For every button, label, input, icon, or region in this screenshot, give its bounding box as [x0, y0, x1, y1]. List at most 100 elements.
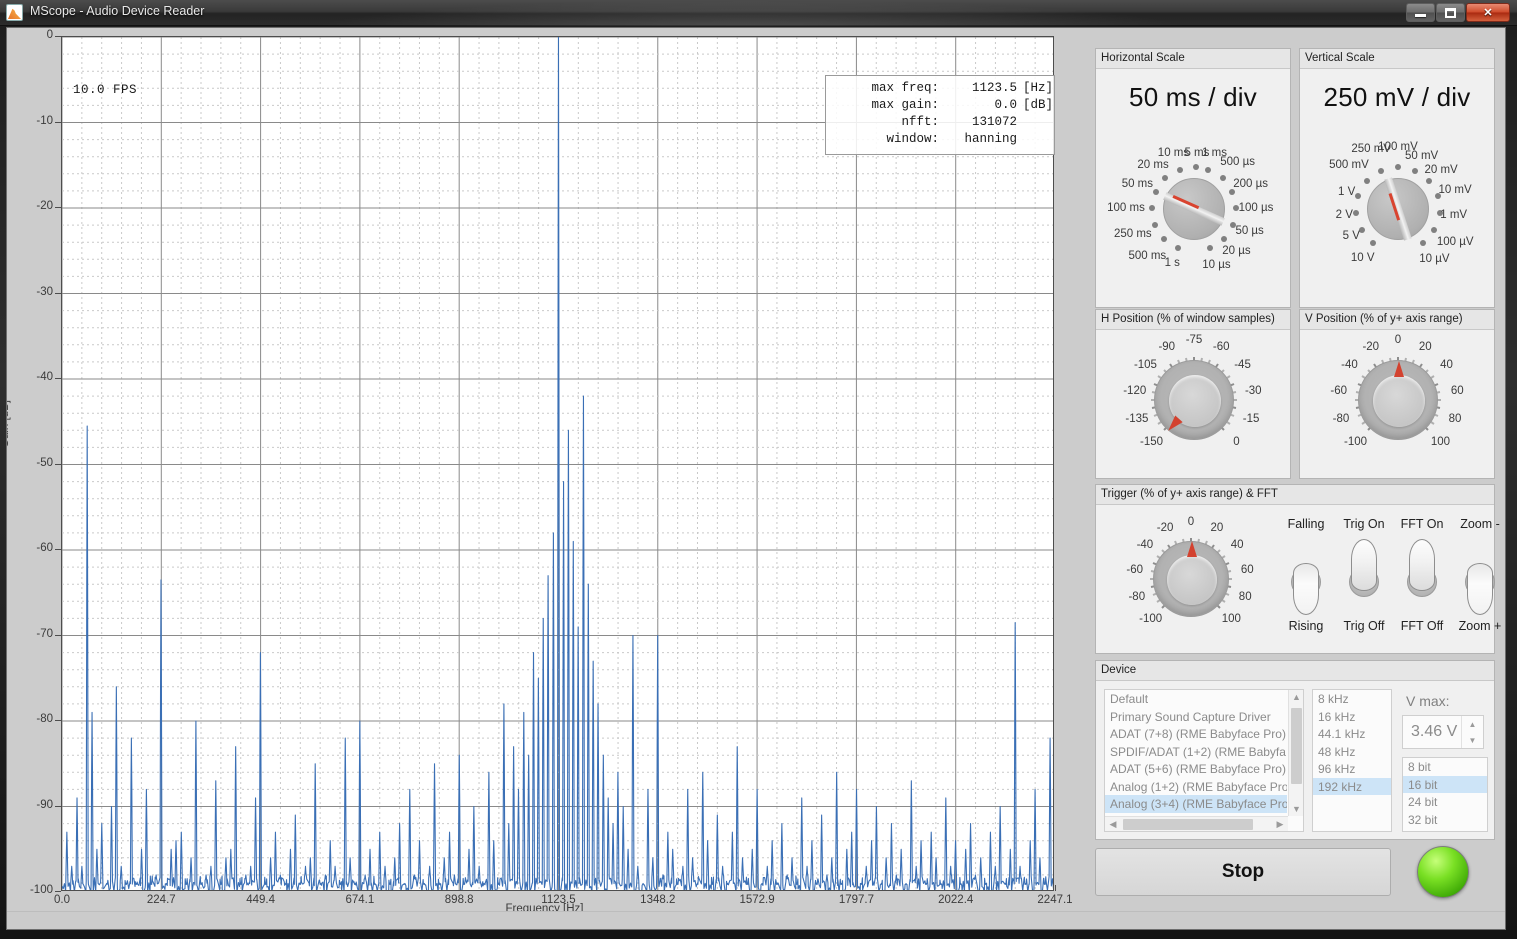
- toggle-switch-fft-on[interactable]: [1400, 537, 1444, 617]
- knob-option-label[interactable]: 20 µs: [1222, 245, 1250, 257]
- knob-option-label[interactable]: 50 ms: [1122, 178, 1153, 190]
- maximize-button[interactable]: [1436, 3, 1465, 22]
- sample-rate-list-item[interactable]: 48 kHz: [1313, 743, 1391, 761]
- sample-rate-list-item[interactable]: 96 kHz: [1313, 760, 1391, 778]
- plot-canvas[interactable]: [61, 36, 1054, 891]
- trigger-level-knob[interactable]: -100 -80 -60 -40 -20 0 20 40 60 80 100: [1096, 507, 1286, 652]
- knob-option-label[interactable]: 1 mV: [1440, 209, 1467, 221]
- knob-body[interactable]: [1163, 178, 1225, 240]
- knob-option-label[interactable]: 1 V: [1338, 186, 1355, 198]
- toggle-switch-zoom-[interactable]: [1458, 537, 1502, 617]
- vscroll-thumb[interactable]: [1291, 708, 1302, 784]
- knob-option-label[interactable]: 5 ms: [1184, 147, 1209, 159]
- vmax-spinner-up-icon[interactable]: ▲: [1462, 716, 1483, 732]
- switch-lever[interactable]: [1409, 539, 1435, 591]
- knob-detent-dot[interactable]: [1412, 167, 1419, 174]
- knob-option-label[interactable]: 100 µV: [1437, 236, 1474, 248]
- knob-option-label[interactable]: 20 mV: [1424, 164, 1457, 176]
- knob-body[interactable]: [1154, 360, 1234, 440]
- bit-depth-listbox[interactable]: 8 bit 16 bit 24 bit 32 bit: [1402, 757, 1488, 832]
- knob-detent-dot[interactable]: [1229, 188, 1236, 195]
- h-position-knob[interactable]: -150 -135 -120 -105 -90 -75 -60 -45 -30 -15 0: [1096, 330, 1292, 480]
- knob-detent-dot[interactable]: [1426, 177, 1433, 184]
- vertical-scale-knob[interactable]: 50 mV 20 mV 10 mV 1 mV 100 µV 10 µV 10 V5 V2 V…: [1300, 137, 1496, 307]
- knob-detent-dot[interactable]: [1152, 188, 1159, 195]
- bit-depth-list-item[interactable]: 8 bit: [1403, 758, 1487, 776]
- switch-lever[interactable]: [1351, 539, 1377, 591]
- knob-option-label[interactable]: 100 µs: [1239, 202, 1274, 214]
- knob-detent-dot[interactable]: [1395, 164, 1401, 170]
- knob-option-label[interactable]: 20 ms: [1137, 159, 1168, 171]
- knob-option-label[interactable]: 500 mV: [1329, 159, 1369, 171]
- knob-option-label[interactable]: 10 µV: [1419, 253, 1449, 265]
- knob-option-label[interactable]: 500 µs: [1220, 156, 1255, 168]
- knob-detent-dot[interactable]: [1206, 244, 1213, 251]
- switch-label-top[interactable]: Zoom -: [1440, 517, 1505, 531]
- sample-rate-list-item[interactable]: 8 kHz: [1313, 690, 1391, 708]
- scroll-down-arrow-icon[interactable]: ▼: [1289, 804, 1303, 814]
- knob-detent-dot[interactable]: [1161, 235, 1168, 242]
- knob-option-label[interactable]: 5 V: [1343, 230, 1360, 242]
- horizontal-scale-knob[interactable]: 1 ms 500 µs 200 µs 100 µs 50 µs 20 µs 10 µs 1 s…: [1096, 137, 1292, 307]
- switch-lever[interactable]: [1467, 563, 1493, 615]
- knob-option-label[interactable]: 10 µs: [1202, 259, 1230, 271]
- knob-detent-dot[interactable]: [1219, 175, 1226, 182]
- knob-inner-cap[interactable]: [1167, 555, 1217, 605]
- hscroll-thumb[interactable]: [1123, 819, 1253, 830]
- device-list-item[interactable]: Default: [1105, 690, 1287, 708]
- knob-option-label[interactable]: 100 mV: [1378, 141, 1418, 153]
- scroll-right-arrow-icon[interactable]: ▶: [1274, 819, 1286, 830]
- bit-depth-list-item[interactable]: 32 bit: [1403, 811, 1487, 829]
- switch-label-bottom[interactable]: Zoom +: [1440, 619, 1505, 633]
- knob-option-label[interactable]: 100 ms: [1107, 202, 1145, 214]
- knob-detent-dot[interactable]: [1149, 205, 1155, 212]
- sample-rate-list-item[interactable]: 192 kHz: [1313, 777, 1391, 795]
- sample-rate-listbox[interactable]: 8 kHz 16 kHz 44.1 kHz 48 kHz 96 kHz 192 kHz: [1312, 689, 1392, 832]
- knob-option-label[interactable]: 500 ms: [1128, 250, 1166, 262]
- knob-detent-dot[interactable]: [1152, 221, 1159, 228]
- knob-option-label[interactable]: 10 V: [1351, 252, 1375, 264]
- knob-detent-dot[interactable]: [1377, 167, 1384, 174]
- v-position-knob[interactable]: -100 -80 -60 -40 -20 0 20 40 60 80 100: [1300, 330, 1496, 480]
- minimize-button[interactable]: [1406, 3, 1435, 22]
- bit-depth-list-item[interactable]: 16 bit: [1403, 775, 1487, 793]
- device-list-item[interactable]: SPDIF/ADAT (1+2) (RME Babyfa: [1105, 743, 1287, 761]
- knob-body[interactable]: [1358, 360, 1438, 440]
- knob-option-label[interactable]: 200 µs: [1233, 178, 1268, 190]
- knob-body[interactable]: [1153, 541, 1229, 617]
- switch-lever[interactable]: [1293, 563, 1319, 615]
- scroll-left-arrow-icon[interactable]: ◀: [1107, 819, 1119, 830]
- device-list-vscrollbar[interactable]: ▲ ▼: [1288, 690, 1303, 816]
- knob-detent-dot[interactable]: [1162, 175, 1169, 182]
- knob-option-label[interactable]: 50 µs: [1235, 225, 1263, 237]
- knob-body[interactable]: [1367, 177, 1429, 241]
- knob-detent-dot[interactable]: [1176, 166, 1183, 173]
- stop-button[interactable]: Stop: [1095, 848, 1391, 896]
- knob-detent-dot[interactable]: [1419, 239, 1426, 246]
- toggle-switch-falling[interactable]: [1284, 537, 1328, 617]
- knob-detent-dot[interactable]: [1175, 244, 1182, 251]
- vmax-spinner[interactable]: ▲ ▼: [1461, 716, 1483, 748]
- knob-detent-dot[interactable]: [1220, 235, 1227, 242]
- toggle-switch-trig-on[interactable]: [1342, 537, 1386, 617]
- close-button[interactable]: ✕: [1466, 3, 1510, 22]
- device-list-item[interactable]: Analog (3+4) (RME Babyface Pro: [1105, 795, 1287, 813]
- knob-detent-dot[interactable]: [1205, 166, 1212, 173]
- device-list-item[interactable]: Primary Sound Capture Driver: [1105, 708, 1287, 726]
- knob-detent-dot[interactable]: [1363, 177, 1370, 184]
- knob-option-label[interactable]: 2 V: [1336, 209, 1353, 221]
- device-list-item[interactable]: Analog (1+2) (RME Babyface Pro: [1105, 778, 1287, 796]
- device-list-item[interactable]: ADAT (7+8) (RME Babyface Pro): [1105, 725, 1287, 743]
- knob-option-label[interactable]: 10 mV: [1438, 184, 1471, 196]
- sample-rate-list-item[interactable]: 16 kHz: [1313, 708, 1391, 726]
- device-list-hscrollbar[interactable]: ◀ ▶: [1105, 816, 1288, 831]
- device-listbox[interactable]: Default Primary Sound Capture Driver ADAT …: [1104, 689, 1304, 832]
- knob-inner-cap[interactable]: [1373, 375, 1425, 427]
- knob-option-label[interactable]: 1 s: [1165, 257, 1180, 269]
- knob-option-label[interactable]: 250 ms: [1114, 228, 1152, 240]
- device-list-item[interactable]: ADAT (5+6) (RME Babyface Pro): [1105, 760, 1287, 778]
- knob-detent-dot[interactable]: [1431, 227, 1438, 233]
- knob-detent-dot[interactable]: [1370, 239, 1377, 246]
- knob-detent-dot[interactable]: [1193, 164, 1200, 171]
- vmax-spinner-down-icon[interactable]: ▼: [1462, 732, 1483, 748]
